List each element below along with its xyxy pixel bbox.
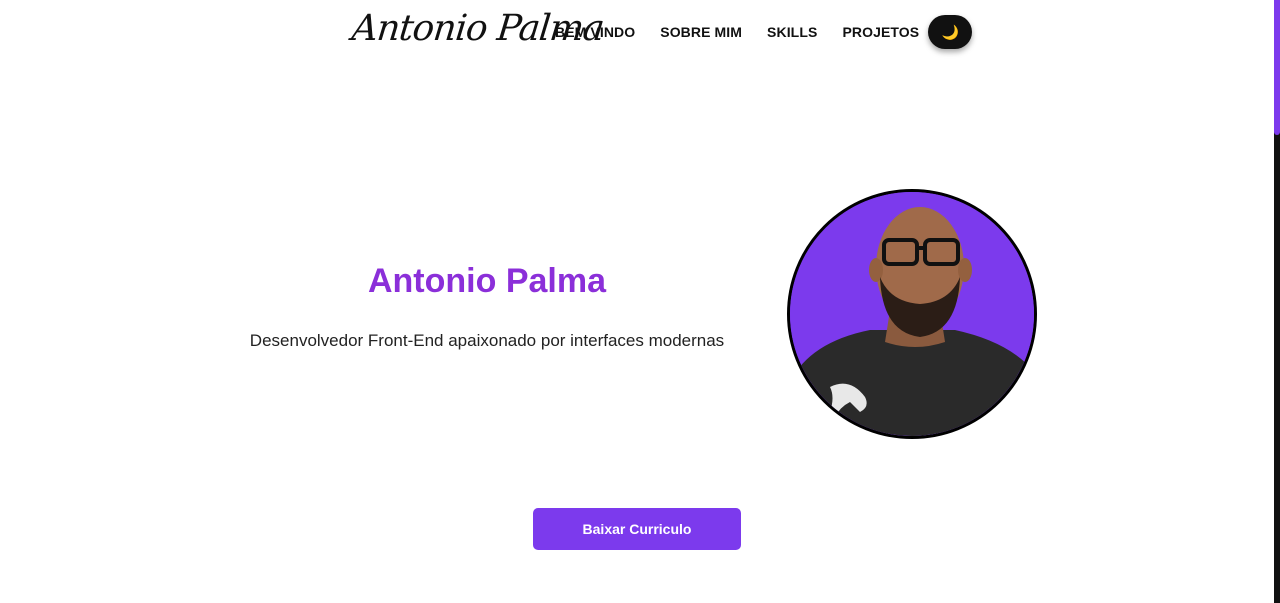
- nav-link-skills[interactable]: SKILLS: [767, 24, 817, 40]
- theme-toggle-button[interactable]: 🌙: [928, 15, 973, 49]
- nav-link-bem-vindo[interactable]: BEM VINDO: [555, 24, 635, 40]
- scrollbar-track[interactable]: [1274, 0, 1280, 603]
- hero-subtitle: Desenvolvedor Front-End apaixonado por i…: [249, 331, 725, 350]
- logo[interactable]: Antonio Palma: [349, 0, 606, 58]
- scrollbar-thumb[interactable]: [1274, 0, 1280, 135]
- nav-link-sobre-mim[interactable]: SOBRE MIM: [660, 24, 742, 40]
- moon-icon: 🌙: [941, 23, 959, 40]
- avatar: [787, 189, 1037, 439]
- main-nav: BEM VINDO SOBRE MIM SKILLS PROJETOS 🌙: [555, 15, 973, 49]
- nav-link-projetos[interactable]: PROJETOS: [842, 24, 919, 40]
- page: Antonio Palma BEM VINDO SOBRE MIM SKILLS…: [0, 0, 1280, 603]
- hero-name: Antonio Palma: [367, 262, 607, 300]
- profile-photo: [790, 192, 1034, 436]
- download-cv-button[interactable]: Baixar Curriculo: [533, 508, 741, 550]
